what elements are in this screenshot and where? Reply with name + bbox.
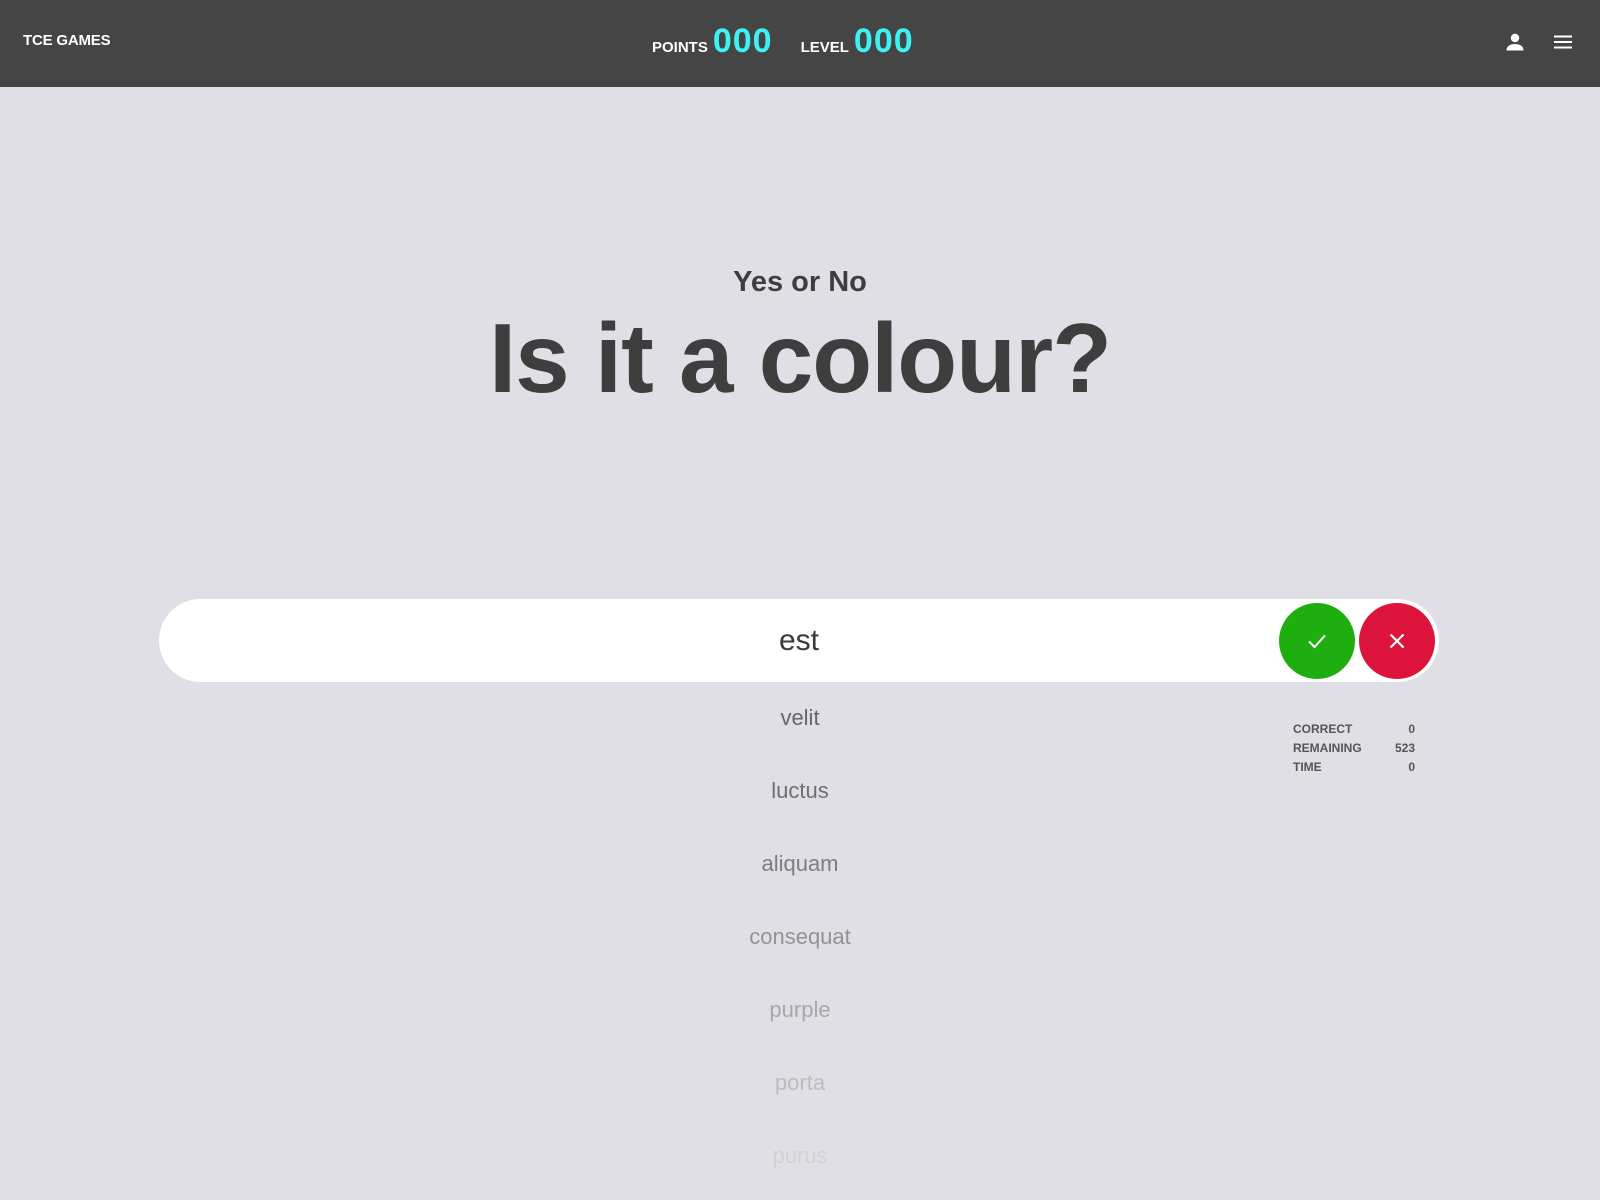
stat-remaining-value: 523	[1394, 741, 1415, 755]
person-icon[interactable]	[1503, 30, 1527, 54]
points-value: 000	[712, 22, 773, 60]
stat-correct-label: CORRECT	[1293, 722, 1353, 736]
yes-button[interactable]	[1279, 603, 1355, 679]
no-button[interactable]	[1359, 603, 1435, 679]
stat-remaining: REMAINING 523	[1293, 739, 1415, 758]
question-title: Is it a colour?	[488, 303, 1112, 413]
stat-correct: CORRECT 0	[1293, 720, 1415, 739]
points-label: POINTS	[652, 39, 708, 56]
current-word: est	[778, 624, 820, 657]
top-bar: TCE GAMES POINTS 000 LEVEL 000	[0, 0, 1600, 87]
menu-icon[interactable]	[1551, 30, 1575, 54]
close-icon	[1389, 633, 1405, 649]
check-icon	[1308, 634, 1326, 649]
upcoming-word: luctus	[771, 778, 829, 803]
stats-panel: CORRECT 0 REMAINING 523 TIME 0	[1293, 720, 1415, 777]
answer-bar: est	[159, 599, 1439, 682]
upcoming-word: aliquam	[761, 851, 839, 876]
stat-time: TIME 0	[1293, 758, 1415, 777]
upcoming-word: porta	[774, 1070, 826, 1095]
game-mode-subtitle: Yes or No	[733, 266, 867, 298]
stat-remaining-label: REMAINING	[1293, 741, 1362, 755]
brand-logo[interactable]: TCE GAMES	[23, 32, 111, 49]
stat-correct-value: 0	[1408, 722, 1415, 736]
stat-time-value: 0	[1408, 760, 1415, 774]
upcoming-word: purple	[769, 997, 831, 1022]
upcoming-word: consequat	[749, 924, 851, 949]
upcoming-word: purus	[772, 1143, 828, 1168]
level-value: 000	[853, 22, 914, 60]
stat-time-label: TIME	[1293, 760, 1322, 774]
level-label: LEVEL	[800, 39, 849, 56]
scoreboard: POINTS 000 LEVEL 000	[652, 22, 914, 61]
